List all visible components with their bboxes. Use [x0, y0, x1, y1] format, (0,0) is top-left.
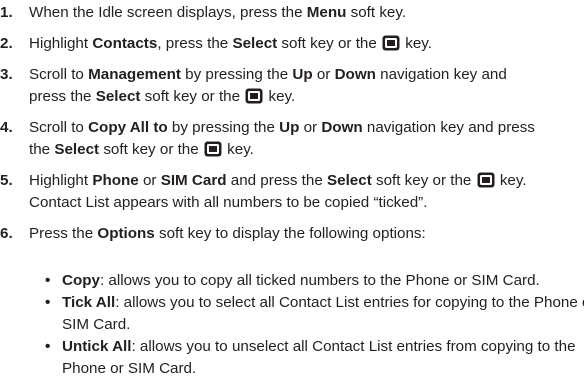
- step-number: 1.: [0, 4, 13, 21]
- option-text: Untick All: allows you to unselect all C…: [62, 338, 576, 355]
- step-text: Scroll to Copy All to by pressing the Up…: [29, 119, 535, 136]
- step-text: When the Idle screen displays, press the…: [29, 4, 407, 21]
- select-key-icon: [204, 141, 222, 157]
- step-2: 2. Highlight Contacts, press the Select …: [0, 33, 584, 55]
- step-number: 2.: [0, 35, 13, 52]
- bullet: •: [45, 338, 51, 355]
- step-number: 5.: [0, 172, 13, 189]
- option-tick-all: • Tick All: allows you to select all Con…: [0, 292, 584, 336]
- step-1: 1. When the Idle screen displays, press …: [0, 2, 584, 24]
- step-5: 5. Highlight Phone or SIM Card and press…: [0, 170, 584, 214]
- option-text: Copy: allows you to copy all ticked numb…: [62, 272, 540, 289]
- step-number: 4.: [0, 119, 13, 136]
- option-untick-all: • Untick All: allows you to unselect all…: [0, 336, 584, 380]
- select-key-icon: [245, 88, 263, 104]
- option-text-cont: SIM Card.: [62, 316, 131, 333]
- step-6: 6. Press the Options soft key to display…: [0, 223, 584, 245]
- options-list: • Copy: allows you to copy all ticked nu…: [0, 270, 584, 380]
- step-text-cont: the Select soft key or the key.: [29, 141, 254, 158]
- option-text: Tick All: allows you to select all Conta…: [62, 294, 584, 311]
- select-key-icon: [382, 35, 400, 51]
- step-number: 6.: [0, 225, 13, 242]
- manual-page: 1. When the Idle screen displays, press …: [0, 0, 584, 377]
- step-text: Scroll to Management by pressing the Up …: [29, 66, 507, 83]
- select-key-icon: [477, 172, 495, 188]
- bullet: •: [45, 294, 51, 311]
- step-4: 4. Scroll to Copy All to by pressing the…: [0, 117, 584, 161]
- step-text: Press the Options soft key to display th…: [29, 225, 426, 242]
- steps-list: 1. When the Idle screen displays, press …: [0, 0, 584, 245]
- option-copy: • Copy: allows you to copy all ticked nu…: [0, 270, 584, 292]
- option-text-cont: Phone or SIM Card.: [62, 360, 197, 377]
- bullet: •: [45, 272, 51, 289]
- step-3: 3. Scroll to Management by pressing the …: [0, 64, 584, 108]
- step-number: 3.: [0, 66, 13, 83]
- step-text: Highlight Contacts, press the Select sof…: [29, 35, 432, 52]
- step-text: Highlight Phone or SIM Card and press th…: [29, 172, 527, 189]
- step-text-cont: press the Select soft key or the key.: [29, 88, 296, 105]
- step-text-cont: Contact List appears with all numbers to…: [29, 194, 428, 211]
